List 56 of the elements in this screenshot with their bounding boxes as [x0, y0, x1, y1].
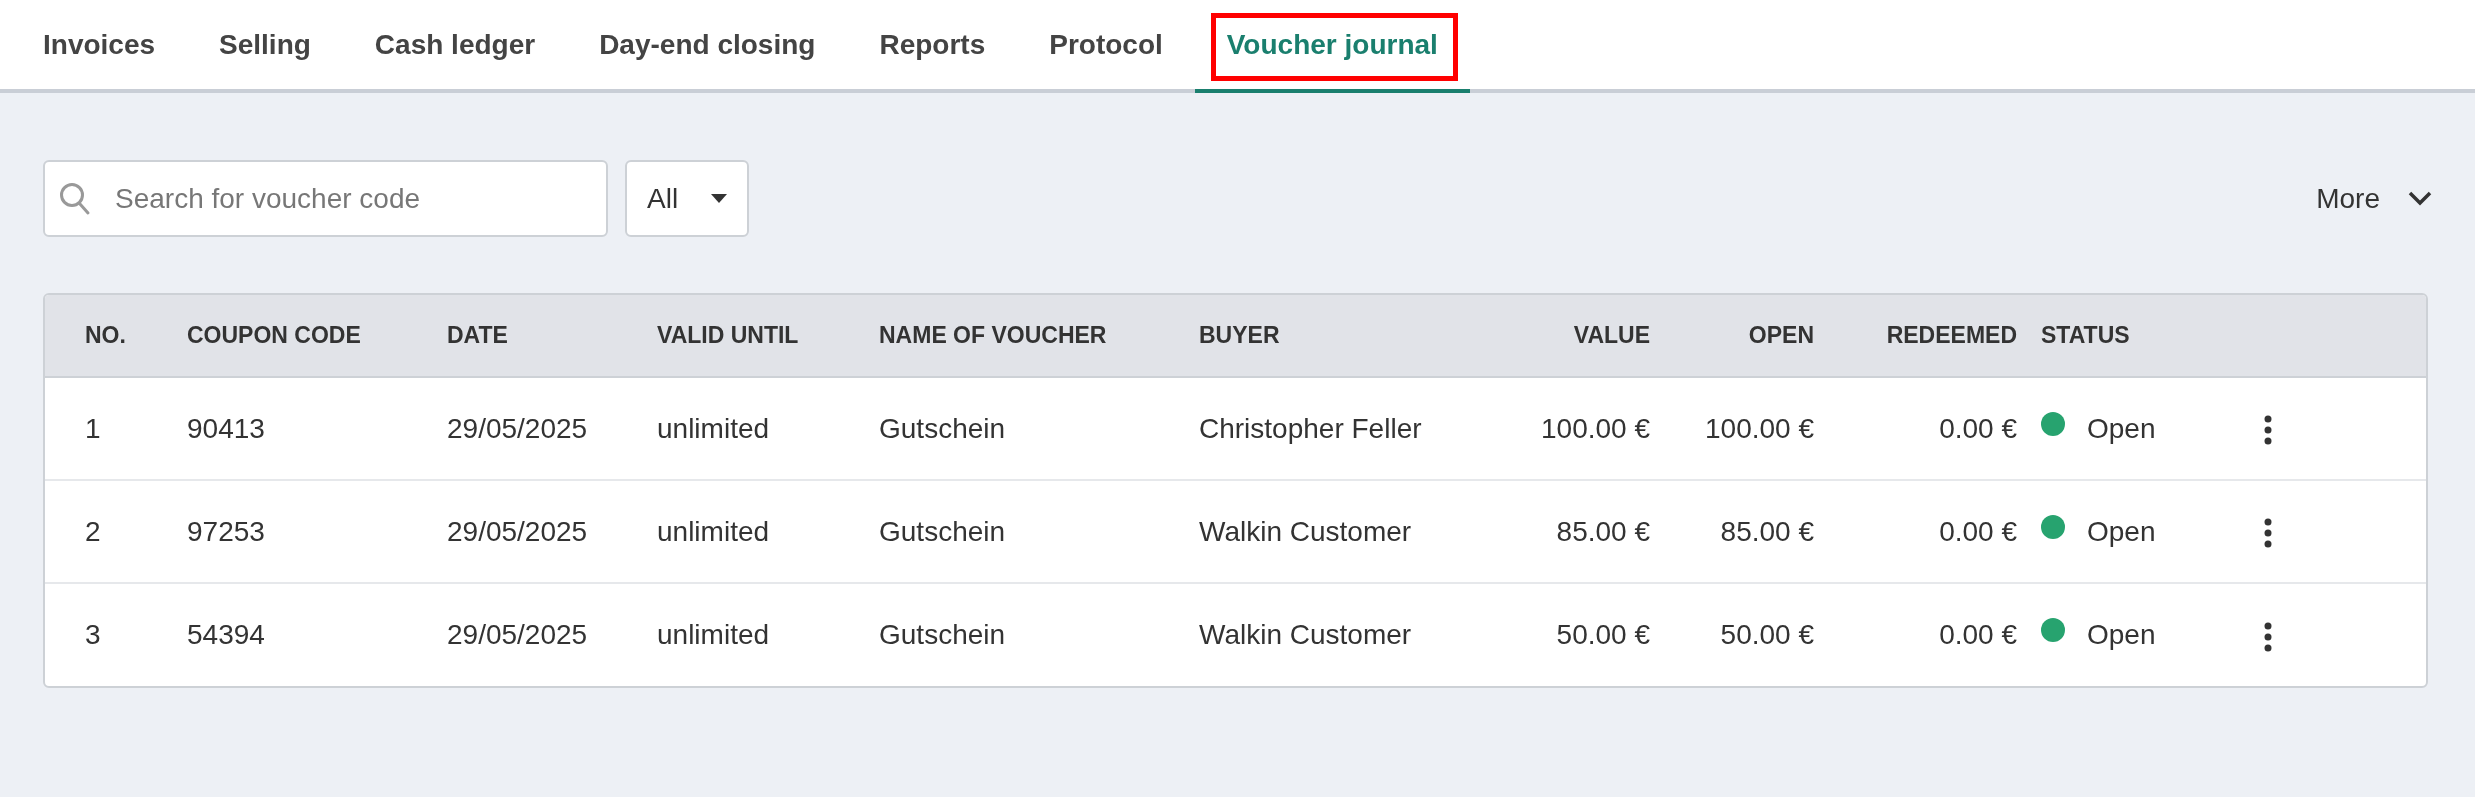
table-cell: 29/05/2025 — [435, 583, 645, 686]
more-button[interactable]: More — [2310, 176, 2438, 221]
kebab-menu-icon[interactable] — [2264, 621, 2272, 652]
table-cell: Gutschein — [867, 583, 1187, 686]
tab[interactable]: Day-end closing — [567, 0, 848, 93]
search-field[interactable]: Search for voucher code — [43, 160, 608, 237]
table-cell: Walkin Customer — [1187, 583, 1502, 686]
tab[interactable]: Voucher journal — [1194, 0, 1470, 93]
table-cell: 50.00 € — [1502, 583, 1662, 686]
column-header: COUPON CODE — [175, 295, 435, 377]
table-cell: 85.00 € — [1502, 480, 1662, 583]
column-header: REDEEMED — [1826, 295, 2029, 377]
status-text: Open — [2087, 618, 2156, 652]
tab[interactable]: Invoices — [11, 0, 188, 93]
table-cell: 100.00 € — [1662, 377, 1826, 480]
tab[interactable]: Cash ledger — [342, 0, 568, 93]
tab[interactable]: Protocol — [1017, 0, 1195, 93]
table-cell: 0.00 € — [1826, 583, 2029, 686]
column-header: OPEN — [1662, 295, 1826, 377]
table-cell: 29/05/2025 — [435, 480, 645, 583]
status-text: Open — [2087, 514, 2156, 549]
table-cell: unlimited — [645, 480, 867, 583]
table-cell: unlimited — [645, 583, 867, 686]
table-cell: 54394 — [175, 583, 435, 686]
table-cell: 97253 — [175, 480, 435, 583]
filter-dropdown[interactable]: All — [625, 160, 749, 237]
column-header: STATUS — [2029, 295, 2252, 377]
kebab-menu-icon[interactable] — [2264, 415, 2272, 446]
table-cell: Gutschein — [867, 377, 1187, 480]
table-cell: 3 — [45, 583, 175, 686]
table-cell: 90413 — [175, 377, 435, 480]
table-cell: 1 — [45, 377, 175, 480]
table-cell: Gutschein — [867, 480, 1187, 583]
table-cell: unlimited — [645, 377, 867, 480]
status-text: Open — [2087, 411, 2156, 446]
chevron-down-icon — [2408, 191, 2432, 206]
tab[interactable]: Selling — [187, 0, 343, 93]
table-cell: 100.00 € — [1502, 377, 1662, 480]
column-header: BUYER — [1187, 295, 1502, 377]
column-header: VALUE — [1502, 295, 1662, 377]
column-header: DATE — [435, 295, 645, 377]
column-header: NAME OF VOUCHER — [867, 295, 1187, 377]
table-cell: Walkin Customer — [1187, 480, 1502, 583]
column-header: VALID UNTIL — [645, 295, 867, 377]
table-cell: 2 — [45, 480, 175, 583]
table-cell: 29/05/2025 — [435, 377, 645, 480]
column-header: NO. — [45, 295, 175, 377]
kebab-menu-icon[interactable] — [2264, 518, 2272, 549]
table-cell: Christopher Feller — [1187, 377, 1502, 480]
table-cell: 0.00 € — [1826, 480, 2029, 583]
table-cell: 85.00 € — [1662, 480, 1826, 583]
caret-icon — [711, 194, 727, 203]
search-icon — [59, 182, 91, 216]
table-cell: 0.00 € — [1826, 377, 2029, 480]
tab[interactable]: Reports — [847, 0, 1018, 93]
table-cell: 50.00 € — [1662, 583, 1826, 686]
